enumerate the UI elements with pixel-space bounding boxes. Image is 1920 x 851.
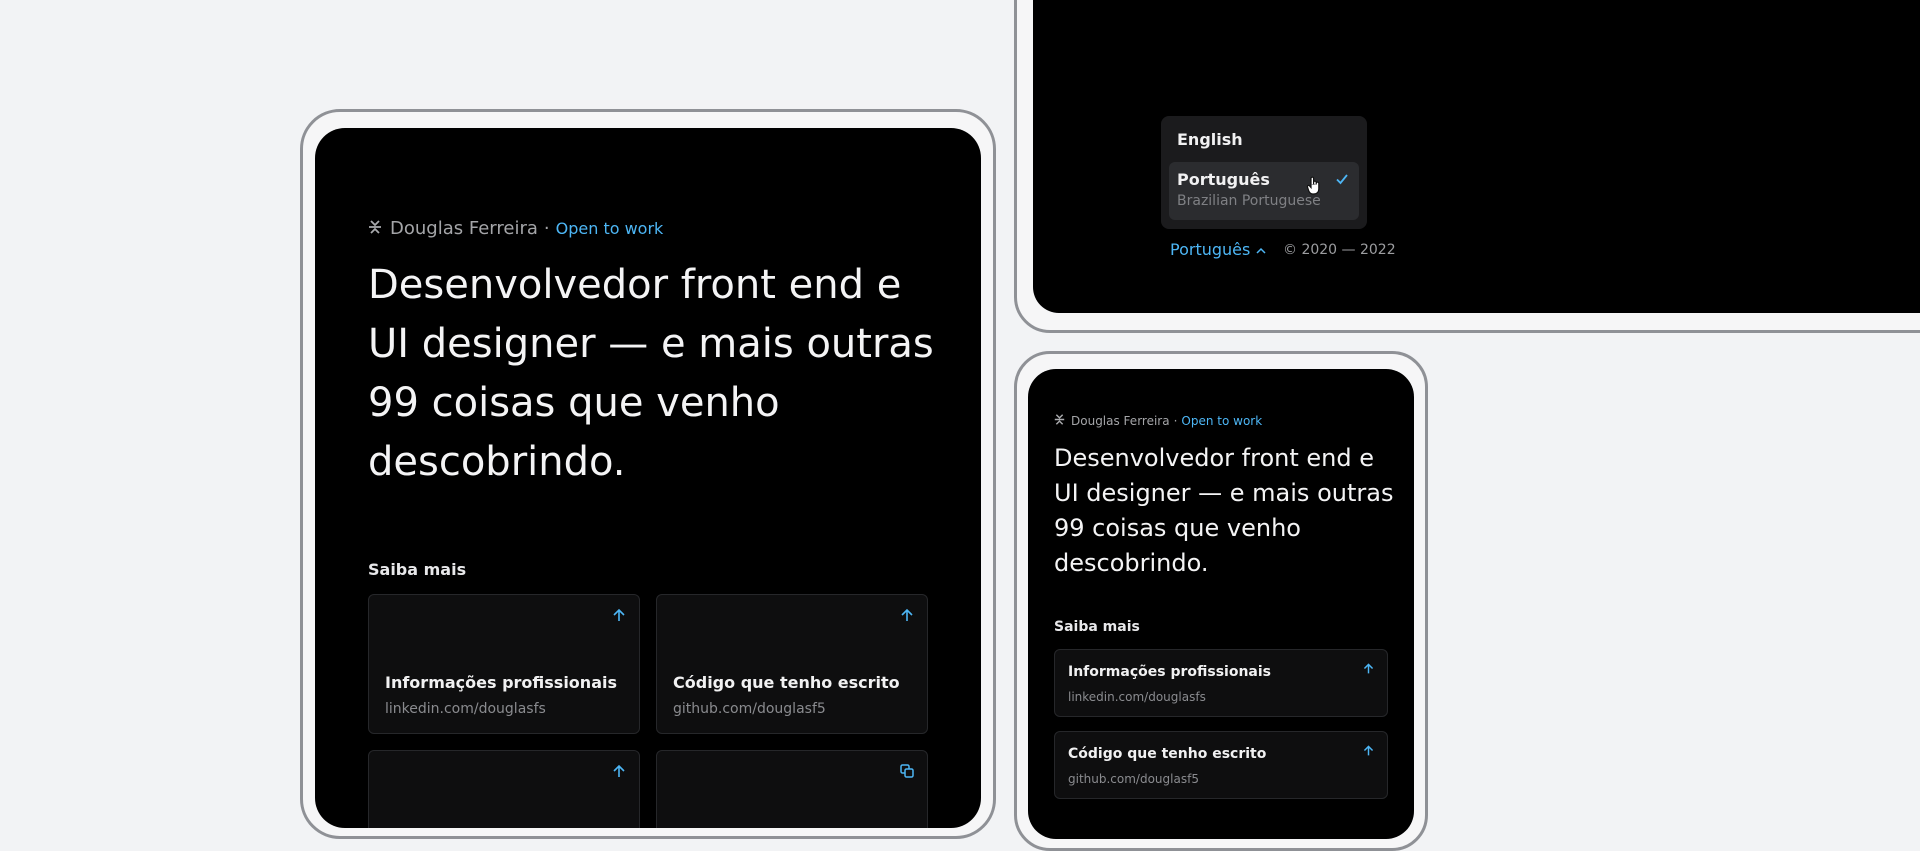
logo-icon <box>368 219 382 238</box>
card-url: github.com/douglasf5 <box>673 701 826 717</box>
headline: Desenvolvedor front end e UI designer — … <box>1054 444 1394 577</box>
card-url: linkedin.com/douglasfs <box>1068 690 1206 704</box>
link-card-github[interactable]: Código que tenho escrito github.com/doug… <box>656 594 928 734</box>
profile-header: Douglas Ferreira · Open to work <box>1054 414 1262 428</box>
separator: · <box>1173 414 1178 428</box>
card-title: Informações profissionais <box>1068 664 1271 680</box>
check-icon <box>1335 171 1349 190</box>
card-url: linkedin.com/douglasfs <box>385 701 546 717</box>
option-sublabel: Brazilian Portuguese <box>1177 193 1321 209</box>
chevron-up-icon <box>1256 240 1266 259</box>
language-menu: English Português Brazilian Portuguese <box>1161 116 1367 229</box>
arrow-up-icon <box>1362 660 1375 679</box>
language-option-portuguese[interactable]: Português Brazilian Portuguese <box>1169 162 1359 220</box>
link-card-4[interactable] <box>656 750 928 828</box>
profile-name: Douglas Ferreira <box>1071 414 1170 428</box>
section-label: Saiba mais <box>1054 619 1140 635</box>
profile-header: Douglas Ferreira · Open to work <box>368 218 663 239</box>
arrow-up-icon <box>899 607 915 627</box>
arrow-up-icon <box>1362 742 1375 761</box>
card-title: Informações profissionais <box>385 673 617 692</box>
language-current: Português <box>1170 240 1251 259</box>
separator: · <box>543 218 550 239</box>
arrow-up-icon <box>611 607 627 627</box>
desktop-screen: English Português Brazilian Portuguese P… <box>1033 0 1920 313</box>
headline: Desenvolvedor front end e UI designer — … <box>368 262 934 485</box>
phone-screen: Douglas Ferreira · Open to work Desenvol… <box>1028 369 1414 839</box>
language-option-english[interactable]: English <box>1177 130 1243 149</box>
open-to-work-link[interactable]: Open to work <box>1181 414 1262 428</box>
logo-icon <box>1054 414 1065 428</box>
link-card-github[interactable]: Código que tenho escrito github.com/doug… <box>1054 731 1388 799</box>
hand-cursor-icon <box>1306 176 1322 200</box>
section-label: Saiba mais <box>368 560 467 579</box>
arrow-up-icon <box>611 763 627 783</box>
card-title: Código que tenho escrito <box>673 673 900 692</box>
card-title: Código que tenho escrito <box>1068 746 1267 762</box>
link-card-3[interactable] <box>368 750 640 828</box>
language-switcher[interactable]: Português <box>1170 240 1266 259</box>
profile-name: Douglas Ferreira <box>390 218 538 239</box>
link-card-linkedin[interactable]: Informações profissionais linkedin.com/d… <box>368 594 640 734</box>
copyright: © 2020 — 2022 <box>1283 242 1396 258</box>
option-label: Português <box>1177 170 1270 189</box>
link-card-linkedin[interactable]: Informações profissionais linkedin.com/d… <box>1054 649 1388 717</box>
tablet-screen: Douglas Ferreira · Open to work Desenvol… <box>315 128 981 828</box>
open-to-work-link[interactable]: Open to work <box>556 219 664 238</box>
copy-icon <box>899 763 915 783</box>
card-url: github.com/douglasf5 <box>1068 772 1199 786</box>
